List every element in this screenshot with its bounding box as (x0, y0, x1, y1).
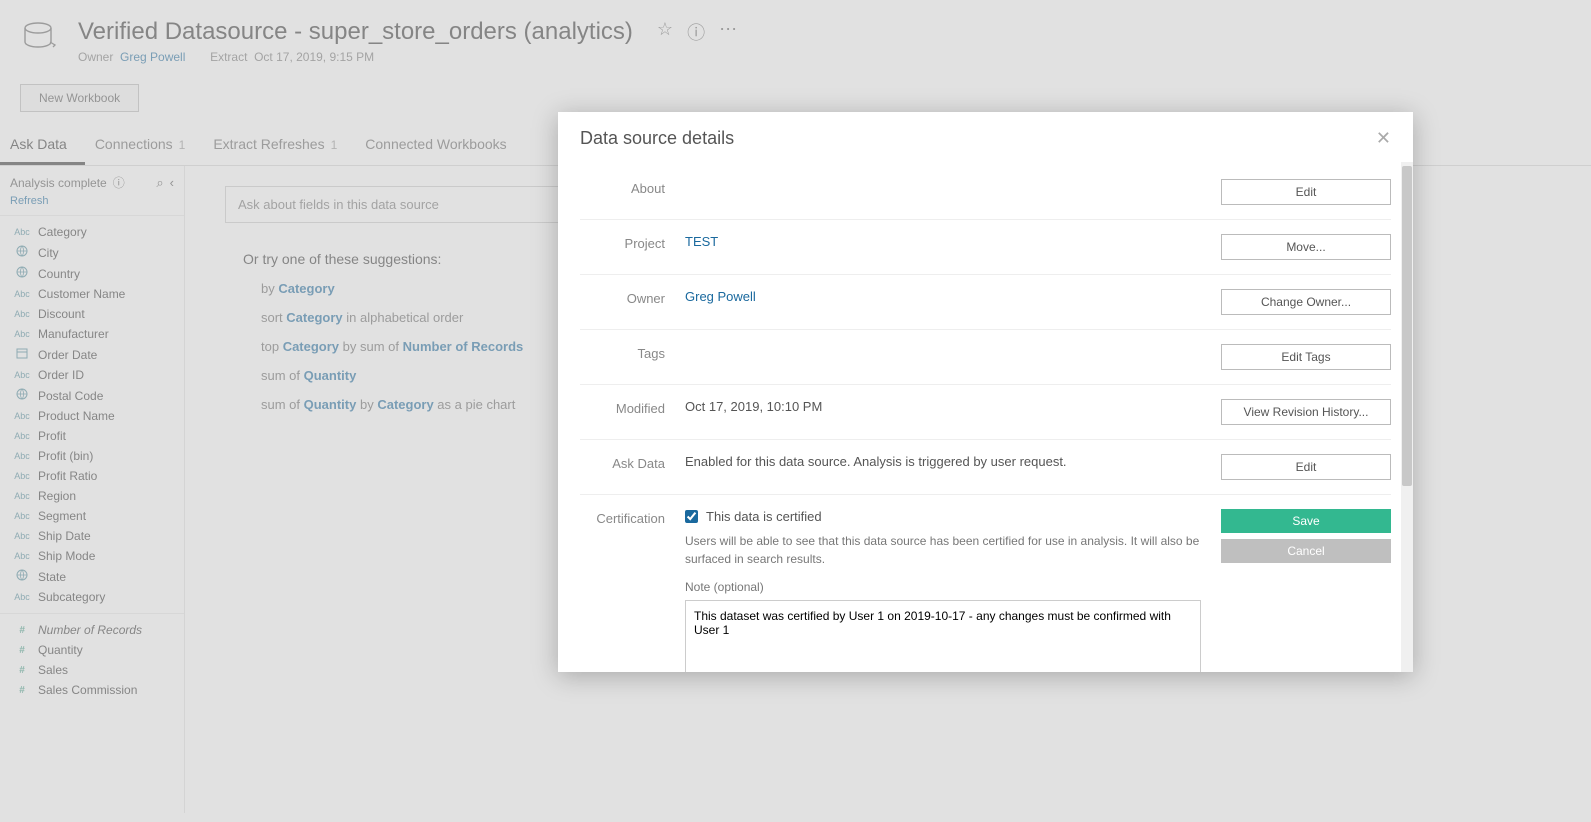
about-label: About (580, 179, 665, 196)
tab-connected-workbooks[interactable]: Connected Workbooks (355, 126, 524, 165)
certified-checkbox[interactable] (685, 510, 698, 523)
tab-connections[interactable]: Connections1 (85, 126, 204, 165)
tags-label: Tags (580, 344, 665, 361)
info-icon[interactable]: ⓘ (687, 19, 705, 45)
modified-label: Modified (580, 399, 665, 416)
field-item[interactable]: AbcDiscount (0, 304, 184, 324)
move-button[interactable]: Move... (1221, 234, 1391, 260)
edit-askdata-button[interactable]: Edit (1221, 454, 1391, 480)
field-item[interactable]: AbcProfit (0, 426, 184, 446)
field-item[interactable]: AbcProfit (bin) (0, 446, 184, 466)
search-icon[interactable]: ⌕ (156, 175, 163, 191)
field-item[interactable]: AbcSegment (0, 506, 184, 526)
field-item[interactable]: #Quantity (0, 640, 184, 660)
page-title: Verified Datasource - super_store_orders… (78, 18, 737, 46)
new-workbook-button[interactable]: New Workbook (20, 84, 139, 112)
datasource-icon (20, 18, 60, 58)
cancel-button[interactable]: Cancel (1221, 539, 1391, 563)
certified-label: This data is certified (706, 509, 822, 524)
fields-sidebar: Analysis complete ⓘ ⌕ ‹ Refresh AbcCateg… (0, 166, 185, 813)
datasource-details-modal: Data source details ✕ About Edit Project… (558, 112, 1413, 672)
save-button[interactable]: Save (1221, 509, 1391, 533)
header-meta: Owner Greg Powell Extract Oct 17, 2019, … (78, 50, 737, 64)
project-label: Project (580, 234, 665, 251)
refresh-link[interactable]: Refresh (10, 195, 49, 207)
field-item[interactable]: Postal Code (0, 385, 184, 406)
field-item[interactable]: #Sales Commission (0, 680, 184, 700)
modal-owner-link[interactable]: Greg Powell (685, 289, 756, 304)
field-item[interactable]: AbcManufacturer (0, 324, 184, 344)
field-item[interactable]: AbcCategory (0, 222, 184, 242)
edit-about-button[interactable]: Edit (1221, 179, 1391, 205)
info-icon[interactable]: ⓘ (113, 174, 125, 191)
field-item[interactable]: AbcRegion (0, 486, 184, 506)
field-item[interactable]: AbcProduct Name (0, 406, 184, 426)
favorite-icon[interactable]: ☆ (657, 19, 673, 45)
field-item[interactable]: Order Date (0, 344, 184, 365)
field-item[interactable]: Country (0, 263, 184, 284)
field-item[interactable]: AbcSubcategory (0, 587, 184, 607)
analysis-status: Analysis complete (10, 176, 107, 190)
scrollbar[interactable] (1401, 162, 1413, 672)
note-label: Note (optional) (685, 580, 1201, 594)
revision-history-button[interactable]: View Revision History... (1221, 399, 1391, 425)
field-item[interactable]: AbcShip Date (0, 526, 184, 546)
field-item[interactable]: State (0, 566, 184, 587)
field-item[interactable]: AbcProfit Ratio (0, 466, 184, 486)
change-owner-button[interactable]: Change Owner... (1221, 289, 1391, 315)
owner-label: Owner (580, 289, 665, 306)
field-item[interactable]: #Sales (0, 660, 184, 680)
modified-value: Oct 17, 2019, 10:10 PM (685, 399, 1201, 414)
certification-note-input[interactable] (685, 600, 1201, 672)
close-icon[interactable]: ✕ (1376, 128, 1391, 149)
certification-label: Certification (580, 509, 665, 526)
owner-link[interactable]: Greg Powell (120, 50, 185, 64)
modal-title: Data source details (580, 128, 734, 149)
askdata-label: Ask Data (580, 454, 665, 471)
more-icon[interactable]: ⋯ (719, 19, 737, 45)
askdata-value: Enabled for this data source. Analysis i… (685, 454, 1201, 469)
project-link[interactable]: TEST (685, 234, 718, 249)
page-header: Verified Datasource - super_store_orders… (0, 0, 1591, 74)
field-item[interactable]: City (0, 242, 184, 263)
certification-description: Users will be able to see that this data… (685, 532, 1201, 568)
field-item[interactable]: #Number of Records (0, 620, 184, 640)
tab-ask-data[interactable]: Ask Data (0, 126, 85, 165)
collapse-icon[interactable]: ‹ (170, 175, 174, 190)
tab-extract-refreshes[interactable]: Extract Refreshes1 (203, 126, 355, 165)
field-item[interactable]: AbcCustomer Name (0, 284, 184, 304)
field-item[interactable]: AbcShip Mode (0, 546, 184, 566)
edit-tags-button[interactable]: Edit Tags (1221, 344, 1391, 370)
field-item[interactable]: AbcOrder ID (0, 365, 184, 385)
